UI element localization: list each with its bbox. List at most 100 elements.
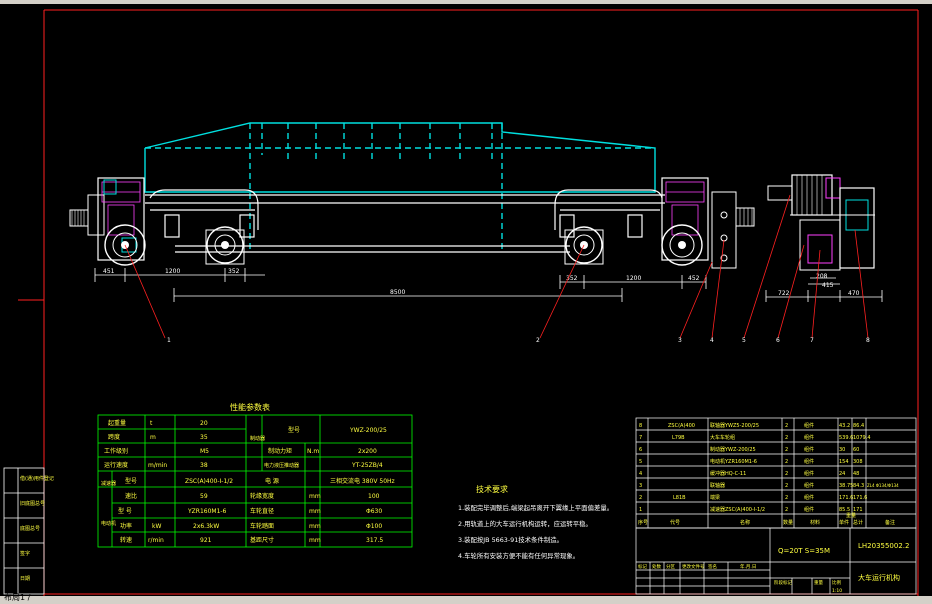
- wheel-label: 车轮踏面: [250, 522, 274, 530]
- bom-name: 联轴器: [710, 482, 725, 489]
- callout-3: 3: [678, 337, 682, 344]
- wheel-label: 基距尺寸: [250, 536, 274, 544]
- left-strip-label: 旧底图总号: [20, 500, 45, 507]
- dim-1200-left: 1200: [165, 268, 180, 275]
- bom-mat: 组件: [804, 458, 814, 465]
- motor-power-unit: kW: [152, 523, 161, 530]
- wheel-unit: mm: [309, 537, 321, 544]
- bom-w2: 84.3: [853, 483, 864, 489]
- layout-status-bar: 布局1 /: [0, 593, 932, 604]
- dim-415: 415: [822, 282, 834, 289]
- bom-qty: 2: [785, 495, 788, 501]
- reducer-model-value: ZSC(A)400-I-1/2: [185, 478, 233, 485]
- bom-w1: 539.6: [839, 435, 853, 441]
- title-small-label: 处数: [652, 563, 661, 570]
- brake-pusher-value: YT-25ZB/4: [351, 462, 383, 469]
- callout-1: 1: [167, 337, 171, 344]
- left-registration-strip: 借(通)用件登记 旧底图总号 底图总号 签字 日期: [3, 467, 54, 595]
- bill-of-materials: 8 ZSC(A)400 联轴器YWZ5-200/25 2 组件 43.2 86.…: [635, 417, 917, 529]
- bom-qty: 2: [785, 423, 788, 429]
- bom-no: 7: [639, 435, 642, 441]
- bom-no: 3: [639, 483, 642, 489]
- bom-w1: 24: [839, 471, 845, 477]
- perf-label-span: 跨度: [108, 433, 120, 441]
- bom-note: ZL4 Φ134/Φ134: [867, 483, 899, 488]
- dim-722: 722: [778, 290, 790, 297]
- callout-4: 4: [710, 337, 714, 344]
- dim-1200-right: 1200: [626, 275, 641, 282]
- bom-mat: 组件: [804, 446, 814, 453]
- brake-torque-value: 2x200: [358, 448, 377, 455]
- reducer-model-label: 型号: [125, 477, 137, 485]
- dim-8500: 8500: [390, 289, 405, 296]
- title-small-label: 标记: [638, 563, 647, 570]
- bom-no: 1: [639, 507, 642, 513]
- brake-model-value: YWZ-200/25: [349, 427, 387, 434]
- callout-8: 8: [866, 337, 870, 344]
- motor-group: 电动机: [101, 520, 116, 527]
- reducer-ratio-label: 速比: [125, 492, 137, 500]
- callout-numbers: 1 2 3 4 5 6 7 8: [167, 337, 870, 344]
- dim-451-left: 451: [103, 268, 115, 275]
- dimension-labels: 451 1200 352 8500 352 1200 452 722 415 2…: [103, 268, 860, 297]
- bom-w2: 48: [853, 471, 859, 477]
- bom-mat: 组件: [804, 434, 814, 441]
- bom-qty: 2: [785, 459, 788, 465]
- trolley-outline: [144, 122, 656, 250]
- bom-header: 名称: [740, 519, 750, 526]
- left-strip-label: 借(通)用件登记: [20, 475, 54, 482]
- dim-352-left: 352: [228, 268, 240, 275]
- perf-value-duty: M5: [200, 448, 209, 455]
- bom-mat: 组件: [804, 422, 814, 429]
- wheel-label: 车轮直径: [250, 507, 274, 515]
- bom-no: 6: [639, 447, 642, 453]
- perf-label-duty: 工作级别: [104, 447, 128, 455]
- bom-no: 4: [639, 471, 642, 477]
- perf-label-speed: 运行速度: [104, 461, 128, 469]
- bom-mat: 组件: [804, 470, 814, 477]
- power-label: 电 源: [265, 477, 279, 485]
- perf-value-span: 35: [200, 434, 208, 441]
- wheel-label: 轮缘宽度: [250, 492, 274, 500]
- wheel-unit: mm: [309, 523, 321, 530]
- motor-speed-unit: r/min: [148, 537, 164, 544]
- bom-name: 减速器ZSC(A)400-I-1/2: [710, 506, 765, 513]
- bom-no: 8: [639, 423, 642, 429]
- perf-label-capacity: 起重量: [108, 419, 126, 427]
- wheel-value: Φ100: [366, 523, 382, 530]
- bom-no: 5: [639, 459, 642, 465]
- bom-name: 大车车轮组: [710, 434, 735, 441]
- motor-speed-value: 921: [200, 537, 212, 544]
- bom-header: 序号: [638, 519, 648, 526]
- perf-unit-speed: m/min: [148, 462, 167, 469]
- wheel-unit: mm: [309, 493, 321, 500]
- bom-name: 联轴器YWZ5-200/25: [710, 422, 759, 429]
- bom-qty: 2: [785, 483, 788, 489]
- title-weight-label: 重量: [814, 579, 823, 586]
- title-block: Q=20T S=35M LH20355002.2 大车运行机构 标记 处数 分区…: [635, 527, 917, 595]
- left-strip-label: 日期: [20, 576, 30, 582]
- wheel-value: 317.5: [366, 537, 383, 544]
- title-small-label: 年.月.日: [740, 563, 756, 570]
- wheel-value: 100: [368, 493, 380, 500]
- technical-requirements: 技术要求 1.装配完毕调整后,端梁起吊离开下翼缘上平面偏差量。 2.用轨道上的大…: [458, 484, 613, 560]
- title-scale-value: 1:10: [832, 588, 842, 594]
- wheel-unit: mm: [309, 508, 321, 515]
- bom-name: 端梁: [710, 494, 720, 501]
- left-strip-label: 签字: [20, 550, 30, 557]
- perf-value-speed: 38: [200, 462, 208, 469]
- bom-mat: 组件: [804, 506, 814, 513]
- layout-tab[interactable]: 布局1 /: [4, 593, 30, 603]
- bom-name: 电动机YZR160M1-6: [710, 458, 757, 465]
- bom-code: L79B: [672, 435, 685, 441]
- motor-speed-label: 转速: [120, 536, 132, 544]
- perf-unit-capacity: t: [150, 420, 153, 427]
- bom-header-weight: 重量: [846, 512, 856, 519]
- leader-lines: [124, 194, 869, 339]
- bom-w2: 1079.4: [853, 435, 871, 441]
- bom-header: 材料: [810, 519, 820, 526]
- title-stage-label: 阶段标记: [774, 579, 792, 586]
- cad-drawing-canvas: 借(通)用件登记 旧底图总号 底图总号 签字 日期 451 1200 352 8…: [3, 9, 919, 596]
- bom-qty: 2: [785, 507, 788, 513]
- perf-table-title: 性能参数表: [230, 402, 270, 412]
